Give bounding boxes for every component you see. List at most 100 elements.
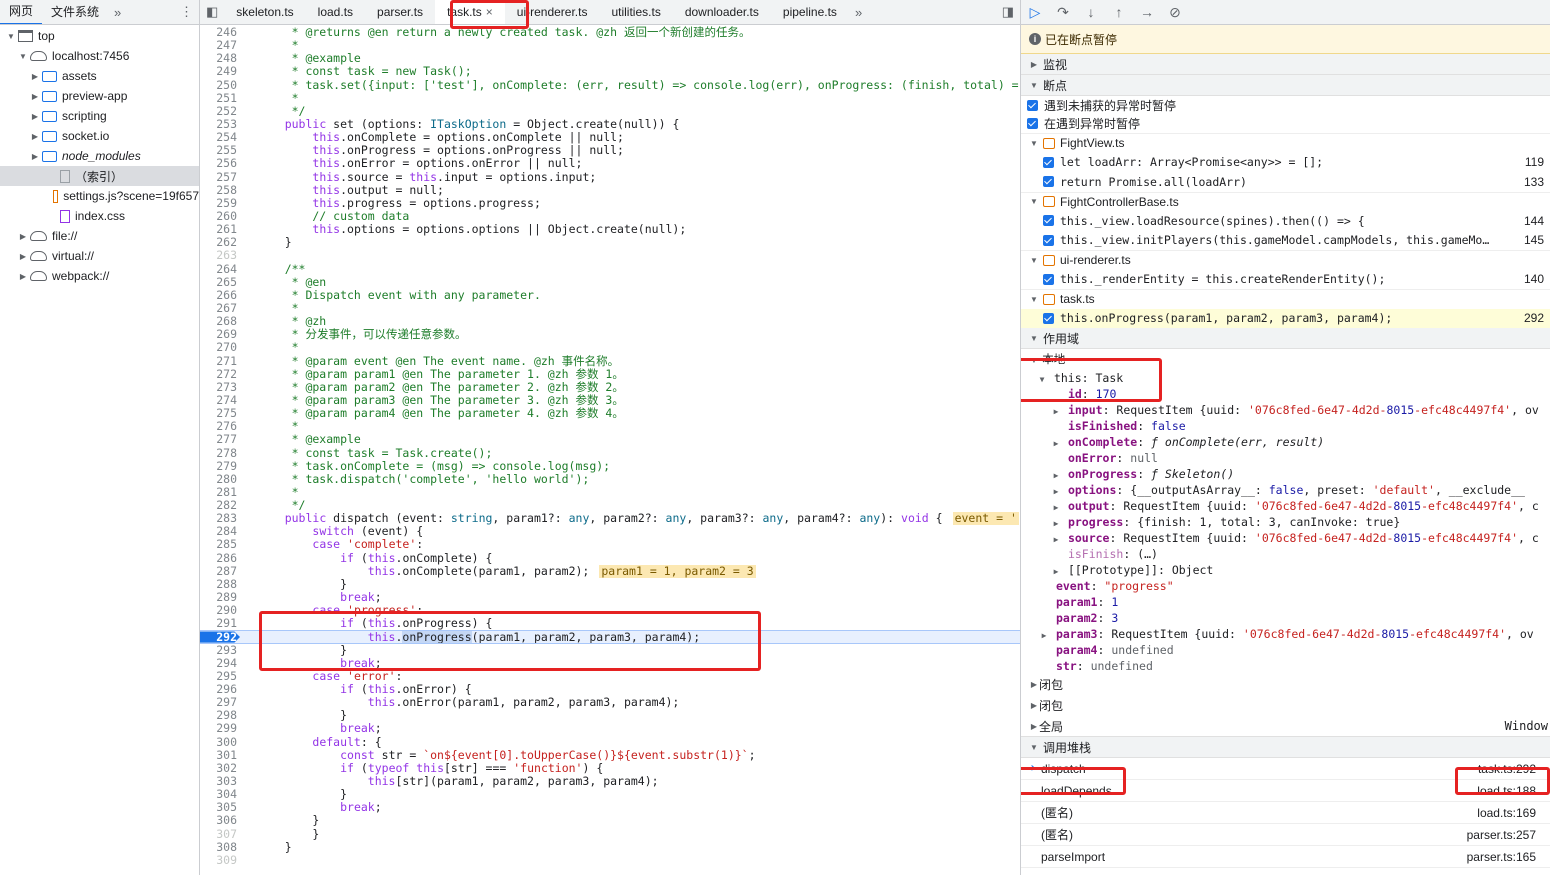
line-number[interactable]: 265	[200, 276, 240, 289]
line-number[interactable]: 277	[200, 433, 240, 446]
line-number[interactable]: 256	[200, 157, 240, 170]
section-scope[interactable]: ▼ 作用域	[1021, 328, 1550, 349]
scope-this[interactable]: ▼ this: Task	[1021, 370, 1550, 386]
scope-property[interactable]: ▶ input: RequestItem {uuid: '076c8fed-6e…	[1021, 402, 1550, 418]
scope-property[interactable]: ▶ output: RequestItem {uuid: '076c8fed-6…	[1021, 498, 1550, 514]
line-number[interactable]: 268	[200, 315, 240, 328]
scope-property[interactable]: ▶ options: {__outputAsArray__: false, pr…	[1021, 482, 1550, 498]
step-into-icon[interactable]: ↓	[1077, 4, 1105, 20]
collapse-icon[interactable]: ▼	[1029, 295, 1039, 304]
more-tabs-icon[interactable]: »	[108, 5, 127, 20]
tree-item[interactable]: ▶ virtual://	[0, 246, 199, 266]
tree-item[interactable]: ▶ scripting	[0, 106, 199, 126]
line-number[interactable]: 259	[200, 197, 240, 210]
checkbox[interactable]	[1043, 273, 1054, 285]
tab-utilities-ts[interactable]: utilities.ts	[599, 0, 672, 24]
frame-location[interactable]: parser.ts:165	[1467, 850, 1550, 864]
section-breakpoints[interactable]: ▼ 断点	[1021, 75, 1550, 96]
expand-icon[interactable]: ▶	[30, 112, 40, 121]
tree-item[interactable]: ▶ preview-app	[0, 86, 199, 106]
callstack-frame[interactable]: parseImport parser.ts:165	[1021, 846, 1550, 868]
tree-item[interactable]: ▶ file://	[0, 226, 199, 246]
breakpoint-item[interactable]: this._renderEntity = this.createRenderEn…	[1021, 270, 1550, 290]
line-number[interactable]: 247	[200, 39, 240, 52]
collapse-icon[interactable]: ▼	[1029, 197, 1039, 206]
line-number[interactable]: 260	[200, 210, 240, 223]
expand-icon[interactable]: ▶	[18, 252, 28, 261]
expand-icon[interactable]: ▶	[30, 92, 40, 101]
code-view[interactable]: 246 * @returns @en return a newly create…	[200, 26, 1020, 875]
breakpoint-item[interactable]: this.onProgress(param1, param2, param3, …	[1021, 308, 1550, 328]
step-over-icon[interactable]: ↷	[1049, 4, 1077, 21]
breakpoint-marker[interactable]: 292	[200, 631, 240, 643]
scope-property[interactable]: ▶ param3: RequestItem {uuid: '076c8fed-6…	[1021, 626, 1550, 642]
scope-closure[interactable]: ▶ 闭包	[1021, 674, 1550, 695]
line-number[interactable]: 296	[200, 683, 240, 696]
collapse-icon[interactable]: ▼	[1029, 139, 1039, 148]
line-number[interactable]: 307	[200, 828, 240, 841]
line-number[interactable]: 258	[200, 184, 240, 197]
line-number[interactable]: 299	[200, 722, 240, 735]
line-number[interactable]: 276	[200, 420, 240, 433]
tree-item[interactable]: ▼ localhost:7456	[0, 46, 199, 66]
expand-icon[interactable]: ▶	[1029, 680, 1039, 689]
toggle-debugger-icon[interactable]: ◨	[996, 4, 1020, 20]
line-number[interactable]: 275	[200, 407, 240, 420]
tab-load-ts[interactable]: load.ts	[306, 0, 365, 24]
scope-closure[interactable]: ▶ 闭包	[1021, 695, 1550, 716]
checkbox[interactable]	[1043, 234, 1054, 246]
tree-item[interactable]: （索引）	[0, 166, 199, 186]
line-number[interactable]: 267	[200, 302, 240, 315]
line-number[interactable]: 254	[200, 131, 240, 144]
line-number[interactable]: 249	[200, 65, 240, 78]
tab-skeleton-ts[interactable]: skeleton.ts	[224, 0, 305, 24]
line-number[interactable]: 283	[200, 512, 240, 525]
tree-item[interactable]: ▶ socket.io	[0, 126, 199, 146]
line-number[interactable]: 308	[200, 841, 240, 854]
line-number[interactable]: 290	[200, 604, 240, 617]
tab-pipeline-ts[interactable]: pipeline.ts	[771, 0, 849, 24]
expand-icon[interactable]: ▶	[30, 132, 40, 141]
line-number[interactable]: 264	[200, 263, 240, 276]
expand-icon[interactable]: ▶	[30, 72, 40, 81]
line-number[interactable]: 287	[200, 565, 240, 578]
expand-icon[interactable]: ▶	[1051, 564, 1061, 578]
scope-local[interactable]: ▼ 本地	[1021, 351, 1550, 370]
scope-property[interactable]: ▶ source: RequestItem {uuid: '076c8fed-6…	[1021, 530, 1550, 546]
step-out-icon[interactable]: ↑	[1105, 4, 1133, 20]
breakpoint-file[interactable]: ▼ ui-renderer.ts	[1021, 250, 1550, 270]
line-number[interactable]: 302	[200, 762, 240, 775]
line-number[interactable]: 269	[200, 328, 240, 341]
line-number[interactable]: 300	[200, 736, 240, 749]
breakpoint-file[interactable]: ▼ task.ts	[1021, 289, 1550, 309]
line-number[interactable]: 246	[200, 26, 240, 39]
tab-filesystem[interactable]: 文件系统	[42, 0, 108, 24]
line-number[interactable]: 255	[200, 144, 240, 157]
line-number[interactable]: 289	[200, 591, 240, 604]
tab-downloader-ts[interactable]: downloader.ts	[673, 0, 771, 24]
kebab-menu-icon[interactable]: ⋮	[174, 4, 199, 20]
line-number[interactable]: 274	[200, 394, 240, 407]
collapse-icon[interactable]: ▼	[1029, 256, 1039, 265]
breakpoint-item[interactable]: this._view.initPlayers(this.gameModel.ca…	[1021, 231, 1550, 251]
step-icon[interactable]: →	[1133, 4, 1161, 20]
line-number[interactable]: 301	[200, 749, 240, 762]
line-number[interactable]: 279	[200, 460, 240, 473]
collapse-icon[interactable]: ▼	[1029, 351, 1039, 370]
line-number[interactable]: 272	[200, 368, 240, 381]
checkbox[interactable]	[1043, 156, 1054, 168]
line-number[interactable]: 285	[200, 538, 240, 551]
line-number[interactable]: 280	[200, 473, 240, 486]
line-number[interactable]: 252	[200, 105, 240, 118]
line-number[interactable]: 293	[200, 644, 240, 657]
breakpoint-item[interactable]: let loadArr: Array<Promise<any>> = []; 11…	[1021, 153, 1550, 173]
checkbox[interactable]	[1027, 99, 1038, 111]
frame-location[interactable]: task.ts:292	[1478, 762, 1550, 776]
line-number[interactable]: 288	[200, 578, 240, 591]
breakpoint-item[interactable]: this._view.loadResource(spines).then(() …	[1021, 211, 1550, 231]
expand-icon[interactable]: ▶	[18, 272, 28, 281]
callstack-frame[interactable]: (匿名) parser.ts:257	[1021, 824, 1550, 846]
line-number[interactable]: 284	[200, 525, 240, 538]
breakpoint-item[interactable]: return Promise.all(loadArr) 133	[1021, 172, 1550, 192]
line-number[interactable]: 257	[200, 171, 240, 184]
